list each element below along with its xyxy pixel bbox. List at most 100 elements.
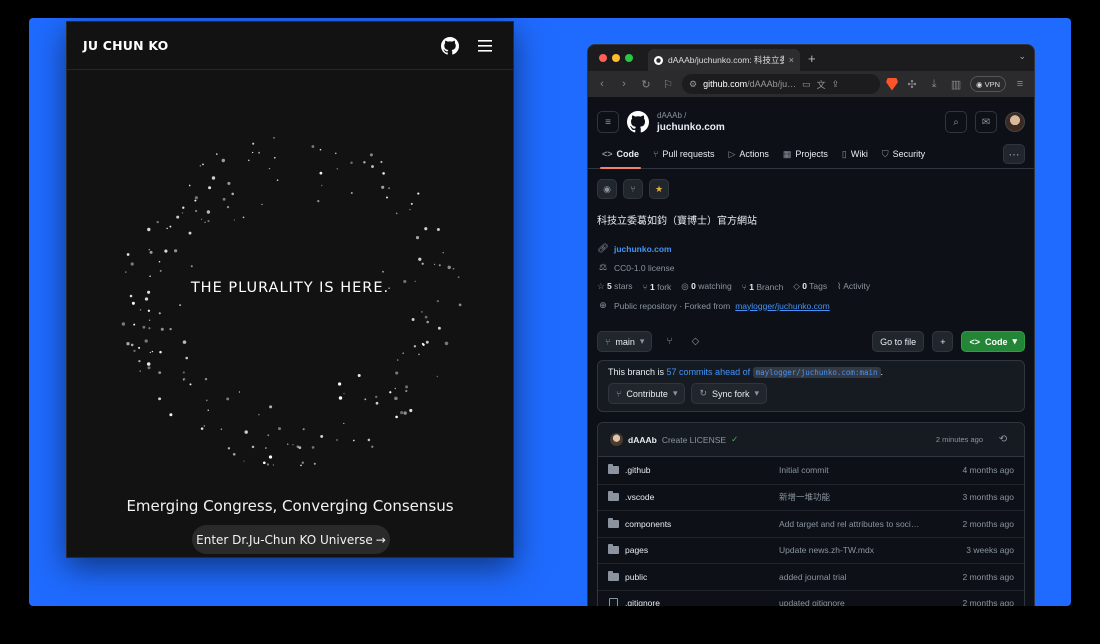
stars-stat[interactable]: ☆ 5 stars [597, 281, 633, 292]
contribute-button[interactable]: ⑂ Contribute ▾ [608, 383, 686, 404]
fork-icon[interactable]: ⑂ [623, 179, 643, 199]
star-dot [262, 461, 266, 465]
star-dot [320, 434, 324, 438]
site-settings-icon[interactable]: ⚙ [689, 79, 697, 90]
forked-from-link[interactable]: maylogger/juchunko.com [735, 301, 830, 311]
repo-name[interactable]: juchunko.com [657, 122, 937, 134]
inbox-icon[interactable]: ✉ [975, 111, 997, 133]
new-tab-button[interactable]: + [808, 51, 816, 66]
watch-eye-icon[interactable]: ◉ [597, 179, 617, 199]
star-dot [248, 159, 250, 162]
star-dot [233, 219, 236, 221]
github-menu-icon[interactable]: ≡ [597, 111, 619, 133]
minimize-window-dot[interactable] [612, 54, 620, 62]
eye-icon: ◎ [681, 281, 689, 291]
history-icon[interactable]: ⟲ [994, 434, 1012, 445]
file-name[interactable]: .gitignore [625, 598, 779, 606]
file-commit-message[interactable]: 新增一堆功能 [779, 491, 962, 503]
file-name[interactable]: pages [625, 545, 779, 555]
hamburger-menu-icon[interactable] [475, 35, 497, 57]
file-commit-message[interactable]: Update news.zh-TW.mdx [779, 545, 966, 555]
commits-ahead-link[interactable]: 57 commits ahead of [667, 367, 751, 377]
file-commit-message[interactable]: updated gitignore [779, 598, 962, 606]
browser-tab[interactable]: dAAAb/juchunko.com: 科技立委 × [648, 49, 800, 71]
star-dot [337, 382, 342, 386]
search-icon[interactable]: ⌕ [945, 111, 967, 133]
file-row[interactable]: .github Initial commit 4 months ago [598, 457, 1024, 484]
back-icon[interactable]: ‹ [594, 78, 610, 90]
tab-projects[interactable]: ▦ Projects [777, 140, 834, 168]
cast-icon[interactable]: ▭ [802, 79, 811, 90]
star-dot [158, 371, 162, 375]
user-avatar[interactable] [1005, 112, 1025, 132]
maximize-window-dot[interactable] [625, 54, 633, 62]
file-name[interactable]: .vscode [625, 492, 779, 502]
star-dot [458, 303, 462, 307]
enter-universe-button[interactable]: Enter Dr.Ju-Chun KO Universe → [192, 525, 390, 554]
activity-stat[interactable]: ⌇ Activity [837, 281, 870, 292]
tab-actions[interactable]: ▷ Actions [722, 140, 774, 168]
file-row[interactable]: components Add target and rel attributes … [598, 510, 1024, 537]
add-file-button[interactable]: + [932, 331, 954, 352]
site-brand[interactable]: JU CHUN KO [83, 38, 425, 53]
github-icon[interactable] [439, 35, 461, 57]
github-logo-icon[interactable] [627, 111, 649, 133]
commit-message[interactable]: Create LICENSE [662, 435, 726, 445]
tab-security[interactable]: ⛉ Security [876, 140, 931, 168]
share-icon[interactable]: ⇪ [832, 79, 840, 90]
star-icon[interactable]: ★ [649, 179, 669, 199]
file-name[interactable]: .github [625, 465, 779, 475]
forks-stat[interactable]: ⑂ 1 fork [643, 282, 672, 292]
file-row[interactable]: pages Update news.zh-TW.mdx 3 weeks ago [598, 536, 1024, 564]
tab-wiki[interactable]: ▯ Wiki [836, 140, 874, 168]
file-row[interactable]: .vscode 新增一堆功能 3 months ago [598, 483, 1024, 511]
tab-code[interactable]: <> Code [596, 140, 645, 169]
vpn-button[interactable]: ◉ VPN [970, 76, 1006, 92]
repo-owner[interactable]: dAAAb / [657, 110, 937, 122]
file-row[interactable]: public added journal trial 2 months ago [598, 563, 1024, 590]
brave-shield-icon[interactable] [886, 77, 899, 91]
star-dot [148, 248, 151, 251]
tab-pull-requests[interactable]: ⑂ Pull requests [647, 140, 720, 168]
commit-author-avatar[interactable] [610, 433, 623, 446]
watching-stat[interactable]: ◎ 0 watching [681, 281, 731, 292]
star-dot [130, 262, 134, 266]
tab-list-chevron-icon[interactable]: ⌄ [1018, 51, 1026, 62]
branch-select[interactable]: ⑂ main ▾ [597, 331, 653, 352]
star-dot [147, 366, 151, 370]
url-field[interactable]: ⚙ github.com/dAAAb/ju… ▭ 文 ⇪ [682, 74, 881, 94]
close-tab-icon[interactable]: × [789, 55, 794, 65]
file-commit-message[interactable]: Add target and rel attributes to soci… [779, 519, 962, 529]
license-link[interactable]: CC0-1.0 license [614, 263, 674, 273]
file-name[interactable]: components [625, 519, 779, 529]
branch-icon: ⑂ [605, 336, 611, 347]
sync-fork-button[interactable]: ↻ Sync fork ▾ [691, 383, 768, 404]
browser-menu-icon[interactable]: ≡ [1012, 78, 1028, 90]
file-commit-message[interactable]: added journal trial [779, 572, 962, 582]
tags-icon[interactable]: ◇ [686, 336, 704, 347]
file-commit-message[interactable]: Initial commit [779, 465, 962, 475]
file-row[interactable]: .gitignore updated gitignore 2 months ago [598, 589, 1024, 606]
branches-icon[interactable]: ⑂ [660, 336, 678, 347]
upstream-ref: maylogger/juchunko.com:main [752, 367, 881, 378]
commit-author[interactable]: dAAAb [628, 435, 657, 445]
reload-icon[interactable]: ↻ [638, 78, 654, 91]
star-dot [208, 186, 212, 190]
bookmark-icon[interactable]: ⚐ [660, 78, 676, 91]
translate-icon[interactable]: 文 [817, 78, 826, 91]
website-link[interactable]: juchunko.com [614, 244, 672, 254]
sidebar-icon[interactable]: ▥ [948, 78, 964, 91]
enter-universe-label: Enter Dr.Ju-Chun KO Universe [196, 532, 373, 547]
extensions-icon[interactable]: ✣ [904, 78, 920, 91]
downloads-icon[interactable]: ⤓ [926, 78, 942, 91]
code-button[interactable]: <> Code ▾ [961, 331, 1025, 352]
file-name[interactable]: public [625, 572, 779, 582]
go-to-file-button[interactable]: Go to file [872, 331, 925, 352]
tab-label: Projects [795, 149, 828, 159]
star-dot [147, 309, 151, 312]
branch-stat[interactable]: ⑂ 1 Branch [742, 282, 784, 292]
tags-stat[interactable]: ◇ 0 Tags [793, 281, 827, 292]
more-tabs-icon[interactable]: ⋯ [1003, 144, 1025, 164]
forward-icon[interactable]: › [616, 78, 632, 90]
close-window-dot[interactable] [599, 54, 607, 62]
